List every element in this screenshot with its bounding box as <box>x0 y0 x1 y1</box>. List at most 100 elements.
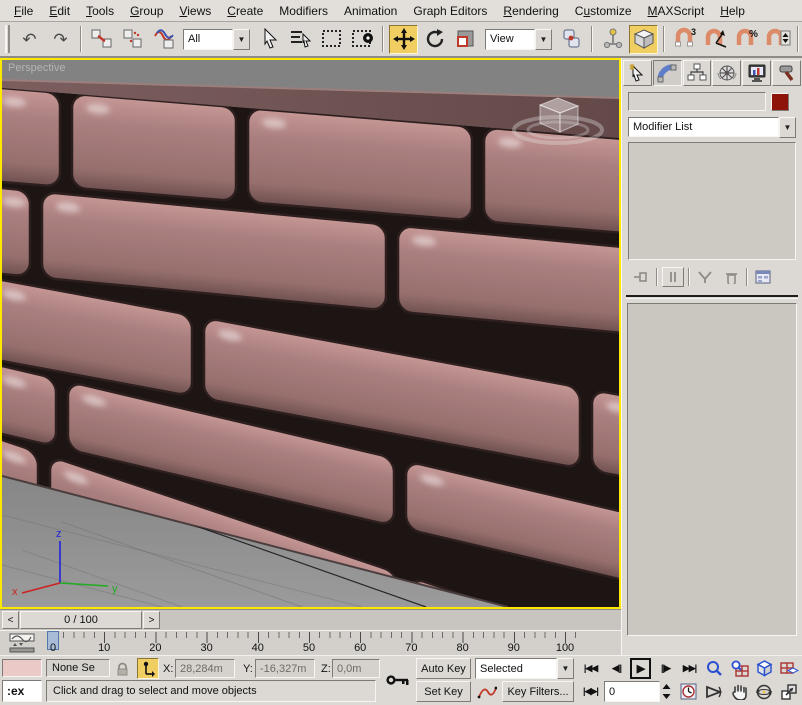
object-color-swatch[interactable] <box>771 93 789 111</box>
show-end-result-icon[interactable] <box>662 267 684 287</box>
pin-stack-icon[interactable] <box>630 267 652 287</box>
stack-toolbar-separator <box>688 268 690 286</box>
modifier-list-dropdown[interactable]: Modifier List ▼ <box>628 117 796 138</box>
make-unique-icon[interactable] <box>694 267 716 287</box>
percent-snap-toggle-icon[interactable]: % <box>732 25 761 54</box>
menu-item-modifiers[interactable]: Modifiers <box>271 1 336 21</box>
open-mini-curve-editor-icon[interactable] <box>8 633 36 653</box>
previous-frame-button[interactable]: < <box>2 611 19 629</box>
arc-rotate-icon[interactable] <box>753 681 775 702</box>
go-to-end-icon[interactable]: ▶▶| <box>679 658 700 679</box>
time-slider[interactable]: 0 / 100 <box>20 611 142 629</box>
menu-item-group[interactable]: Group <box>122 1 171 21</box>
key-mode-toggle-icon[interactable]: |◀▶| <box>580 681 601 702</box>
menu-item-customize[interactable]: Customize <box>567 1 640 21</box>
next-frame-button[interactable]: > <box>143 611 160 629</box>
pan-hand-icon[interactable] <box>728 681 750 702</box>
menu-item-graph-editors[interactable]: Graph Editors <box>405 1 495 21</box>
z-coordinate-field[interactable]: 0,0m <box>332 659 380 678</box>
toolbar-drag-handle[interactable] <box>5 25 10 53</box>
chevron-down-icon[interactable]: ▼ <box>779 117 796 138</box>
field-of-view-icon[interactable] <box>703 681 725 702</box>
undo-icon[interactable]: ↶ <box>15 25 44 54</box>
menu-item-edit[interactable]: Edit <box>41 1 78 21</box>
menu-item-create[interactable]: Create <box>219 1 271 21</box>
current-frame-field[interactable]: 0 <box>604 681 660 702</box>
tab-hierarchy[interactable] <box>683 60 712 86</box>
set-keys-button[interactable] <box>384 658 411 702</box>
selection-lock-icon[interactable] <box>115 661 130 679</box>
select-and-scale-icon[interactable] <box>451 25 480 54</box>
zoom-extents-icon[interactable] <box>753 658 775 679</box>
angle-snap-toggle-icon[interactable] <box>701 25 730 54</box>
select-and-move-icon[interactable] <box>389 25 418 54</box>
time-slider-track[interactable]: < 0 / 100 > <box>0 609 621 630</box>
select-and-link-icon[interactable] <box>87 25 116 54</box>
menu-item-file[interactable]: File <box>6 1 41 21</box>
command-panel-tabs <box>622 58 802 87</box>
viewport-canvas[interactable]: z x y <box>2 60 619 610</box>
object-name-input[interactable] <box>628 92 766 111</box>
viewport-scene[interactable]: z x y <box>2 60 619 607</box>
select-and-manipulate-icon[interactable] <box>598 25 627 54</box>
next-frame-icon[interactable]: ||▶ <box>655 658 676 679</box>
3ds-max-window: FileEditToolsGroupViewsCreateModifiersAn… <box>0 0 802 705</box>
spinner-snap-toggle-icon[interactable] <box>763 25 792 54</box>
menu-item-help[interactable]: Help <box>712 1 753 21</box>
chevron-down-icon[interactable]: ▼ <box>557 658 574 679</box>
configure-modifier-sets-icon[interactable] <box>752 267 774 287</box>
go-to-start-icon[interactable]: |◀◀ <box>580 658 601 679</box>
viewport-label[interactable]: Perspective <box>8 62 65 74</box>
perspective-viewport[interactable]: z x y Perspective <box>0 58 621 609</box>
default-in-out-tangents-icon[interactable] <box>475 681 499 702</box>
key-filters-button[interactable]: Key Filters... <box>502 681 574 702</box>
rectangular-selection-region-icon[interactable] <box>317 25 346 54</box>
modifier-stack-list[interactable] <box>628 142 796 260</box>
zoom-extents-all-icon[interactable] <box>778 658 800 679</box>
previous-frame-icon[interactable]: ◀|| <box>606 658 627 679</box>
bind-to-space-warp-icon[interactable] <box>149 25 178 54</box>
snap-3d-icon[interactable]: 3 <box>670 25 699 54</box>
chevron-down-icon[interactable]: ▼ <box>535 29 552 50</box>
select-and-rotate-icon[interactable] <box>420 25 449 54</box>
x-coordinate-field[interactable]: 28,284m <box>175 659 235 678</box>
maxscript-mini-listener[interactable]: :ex <box>2 680 42 702</box>
time-configuration-icon[interactable] <box>678 681 699 702</box>
zoom-icon[interactable] <box>703 658 725 679</box>
use-pivot-point-center-icon[interactable] <box>557 25 586 54</box>
time-ruler[interactable]: 0102030405060708090100 <box>53 631 598 656</box>
tab-create[interactable] <box>623 60 652 86</box>
unlink-selection-icon[interactable] <box>118 25 147 54</box>
ruler-tick-label: 10 <box>98 642 110 654</box>
key-filter-scope-dropdown[interactable]: Selected ▼ <box>475 658 574 679</box>
remove-modifier-icon[interactable] <box>720 267 742 287</box>
play-animation-icon[interactable]: ▶ <box>630 658 651 679</box>
tab-motion[interactable] <box>712 60 741 86</box>
select-by-name-icon[interactable] <box>286 25 315 54</box>
frame-spinner[interactable] <box>661 681 672 702</box>
reference-coordinate-dropdown[interactable]: View ▼ <box>485 29 552 50</box>
tab-display[interactable] <box>742 60 771 86</box>
chevron-down-icon[interactable]: ▼ <box>233 29 250 50</box>
snaps-toggle-icon[interactable] <box>629 25 658 54</box>
track-bar[interactable]: 0102030405060708090100 <box>0 630 621 655</box>
menu-item-tools[interactable]: Tools <box>78 1 122 21</box>
absolute-mode-transform-icon[interactable] <box>137 658 159 679</box>
redo-icon[interactable]: ↷ <box>46 25 75 54</box>
auto-key-button[interactable]: Auto Key <box>416 658 471 679</box>
selection-filter-dropdown[interactable]: All ▼ <box>183 29 250 50</box>
toolbar-separator <box>80 26 82 52</box>
maximize-viewport-toggle-icon[interactable] <box>778 681 800 702</box>
tab-utilities[interactable] <box>772 60 801 86</box>
menu-item-rendering[interactable]: Rendering <box>495 1 566 21</box>
set-key-button[interactable]: Set Key <box>416 681 471 702</box>
menu-item-views[interactable]: Views <box>171 1 219 21</box>
select-object-icon[interactable] <box>255 25 284 54</box>
window-crossing-toggle-icon[interactable] <box>348 25 377 54</box>
menu-item-animation[interactable]: Animation <box>336 1 405 21</box>
menu-item-maxscript[interactable]: MAXScript <box>640 1 713 21</box>
zoom-all-icon[interactable] <box>728 658 750 679</box>
tab-modify[interactable] <box>653 60 682 86</box>
ruler-tick-label: 70 <box>405 642 417 654</box>
y-coordinate-field[interactable]: -16,327m <box>255 659 315 678</box>
